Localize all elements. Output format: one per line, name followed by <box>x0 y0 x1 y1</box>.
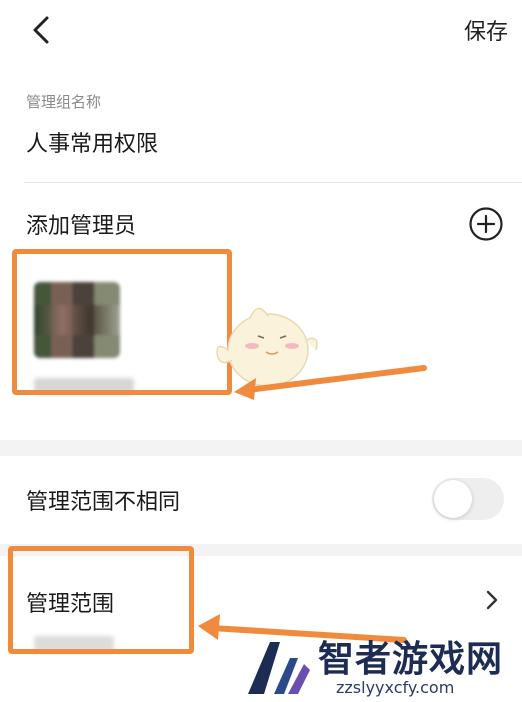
top-bar: 保存 <box>0 0 522 62</box>
scope-different-toggle[interactable] <box>432 478 504 520</box>
add-admin-label: 添加管理员 <box>26 214 137 239</box>
highlight-box-scope <box>8 546 194 654</box>
group-name-value[interactable]: 人事常用权限 <box>26 126 158 158</box>
back-button[interactable] <box>22 10 62 50</box>
toggle-knob <box>434 480 472 518</box>
plus-circle-icon <box>469 207 503 241</box>
group-name-label: 管理组名称 <box>26 93 102 111</box>
section-separator <box>0 440 522 456</box>
scope-different-label: 管理范围不相同 <box>26 490 181 515</box>
mascot-icon <box>216 307 318 387</box>
scope-forward-button[interactable] <box>482 588 502 612</box>
watermark-logo <box>248 642 310 694</box>
watermark-brand: 智者游戏网 <box>318 639 504 680</box>
add-admin-button[interactable] <box>468 206 504 242</box>
chevron-left-icon <box>33 16 49 44</box>
watermark-url: zzslyyxcfy.com <box>336 678 455 697</box>
divider <box>24 182 522 183</box>
chevron-right-icon <box>486 590 498 610</box>
save-button[interactable]: 保存 <box>464 14 508 46</box>
highlight-box-admin <box>12 249 232 395</box>
